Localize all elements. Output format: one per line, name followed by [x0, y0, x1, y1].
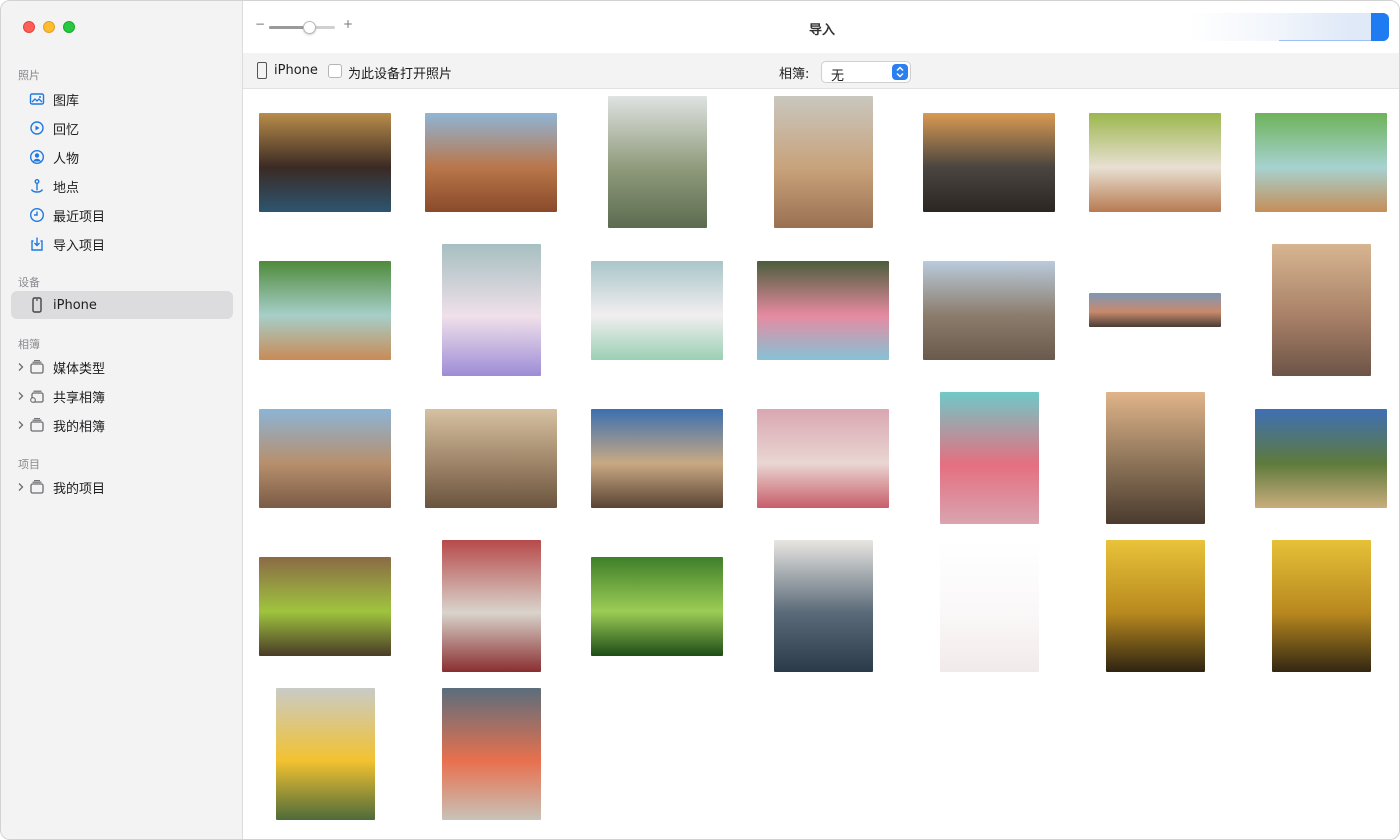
photo-thumbnail-green-leaf-closeup[interactable] — [591, 556, 723, 656]
device-name: iPhone — [274, 63, 318, 78]
shared-folder-icon — [29, 388, 45, 404]
photo-thumbnail-green-plant-stems[interactable] — [259, 556, 391, 656]
photo-thumbnail-concha-and-pastry-plate[interactable] — [259, 260, 391, 360]
photo-thumbnail-blank-white-photo[interactable] — [939, 540, 1039, 672]
photo-thumbnail-pink-cake-teal-wall[interactable] — [939, 392, 1039, 524]
folder-icon — [29, 479, 45, 495]
sidebar: 照片 图库 回忆 人物 地点 最近项目 导入项目 设备 iPhone 相簿 媒体… — [1, 1, 243, 839]
open-photos-checkbox[interactable] — [328, 64, 342, 78]
chevron-right-icon[interactable] — [17, 420, 25, 430]
open-photos-label: 为此设备打开照片 — [348, 67, 453, 82]
photo-thumbnail-yellow-flower-on-stem[interactable] — [275, 688, 375, 820]
import-button-cap — [1371, 13, 1389, 41]
sidebar-item-label: iPhone — [53, 297, 97, 313]
chevron-right-icon[interactable] — [17, 482, 25, 492]
sidebar-item-label: 图库 — [53, 93, 80, 109]
sidebar-item-my-projects[interactable]: 我的项目 — [11, 473, 233, 501]
sidebar-item-label: 回忆 — [53, 122, 80, 138]
photo-thumbnail-grass-seed-blue-sky[interactable] — [1255, 408, 1387, 508]
sidebar-item-label: 地点 — [53, 180, 80, 196]
photo-library-icon — [29, 91, 45, 107]
sidebar-item-label: 导入项目 — [53, 238, 106, 254]
photo-thumbnail-allium-flower-red[interactable] — [441, 540, 541, 672]
places-icon — [29, 178, 45, 194]
window-controls — [23, 21, 75, 33]
people-icon — [29, 149, 45, 165]
section-title-albums: 相簿 — [18, 338, 40, 351]
folder-icon — [29, 417, 45, 433]
photo-thumbnail-white-rock-formation[interactable] — [773, 96, 873, 228]
photo-thumbnail-yellow-gerbera-closeup-2[interactable] — [1271, 540, 1371, 672]
photo-thumbnail-boston-terrier-on-rug[interactable] — [259, 112, 391, 212]
sidebar-item-label: 我的项目 — [53, 481, 106, 497]
photo-thumbnail-conchas-on-blue-plate[interactable] — [1255, 112, 1387, 212]
sidebar-item-label: 最近项目 — [53, 209, 106, 225]
photo-thumbnail-peacock-feather[interactable] — [773, 540, 873, 672]
import-icon — [29, 236, 45, 252]
photo-thumbnail-rock-arch-blue-sky[interactable] — [591, 408, 723, 508]
sidebar-item-imports[interactable]: 导入项目 — [11, 230, 233, 258]
import-all-button[interactable] — [1189, 13, 1389, 41]
main-area: − + 导入 iPhone 为此设备打开照片 相簿: 无 — [243, 1, 1399, 839]
iphone-icon — [257, 62, 267, 79]
sidebar-item-shared-albums[interactable]: 共享相簿 — [11, 382, 233, 410]
folder-icon — [29, 359, 45, 375]
sidebar-item-label: 共享相簿 — [53, 390, 106, 406]
photo-thumbnail-sunset-over-ocean[interactable] — [923, 112, 1055, 212]
up-down-chevron-icon — [892, 64, 908, 80]
photo-thumbnail-panoramic-mountains[interactable] — [923, 260, 1055, 360]
photo-thumbnail-mountain-dusk[interactable] — [1089, 293, 1221, 327]
photo-thumbnail-dry-grass-sunset[interactable] — [1105, 392, 1205, 524]
import-button-underline — [1279, 40, 1371, 41]
photo-grid — [243, 90, 1399, 839]
sidebar-item-library[interactable]: 图库 — [11, 85, 233, 113]
zoom-window-button[interactable] — [63, 21, 75, 33]
photo-thumbnail-yellow-gerbera-closeup-1[interactable] — [1105, 540, 1205, 672]
toolbar: − + 导入 — [243, 1, 1399, 53]
chevron-right-icon[interactable] — [17, 391, 25, 401]
sidebar-item-memories[interactable]: 回忆 — [11, 114, 233, 142]
sidebar-item-label: 我的相簿 — [53, 419, 106, 435]
chevron-right-icon[interactable] — [17, 362, 25, 372]
close-window-button[interactable] — [23, 21, 35, 33]
photo-thumbnail-macarons-on-plate-top[interactable] — [441, 244, 541, 376]
section-title-projects: 项目 — [18, 458, 40, 471]
sidebar-item-label: 媒体类型 — [53, 361, 106, 377]
photo-thumbnail-macarons-on-white-plate[interactable] — [591, 260, 723, 360]
photo-thumbnail-eucalyptus-plant[interactable] — [607, 96, 707, 228]
sidebar-item-places[interactable]: 地点 — [11, 172, 233, 200]
section-title-devices: 设备 — [18, 276, 40, 289]
photos-import-window: 照片 图库 回忆 人物 地点 最近项目 导入项目 设备 iPhone 相簿 媒体… — [0, 0, 1400, 840]
sidebar-item-my-albums[interactable]: 我的相簿 — [11, 411, 233, 439]
album-select-value: 无 — [831, 69, 845, 84]
minimize-window-button[interactable] — [43, 21, 55, 33]
device-bar: iPhone 为此设备打开照片 相簿: 无 — [243, 53, 1399, 89]
section-title-photos: 照片 — [18, 69, 40, 82]
memories-icon — [29, 120, 45, 136]
sidebar-item-media-types[interactable]: 媒体类型 — [11, 353, 233, 381]
sidebar-item-iphone[interactable]: iPhone — [11, 291, 233, 319]
photo-thumbnail-rocky-desert-valley[interactable] — [259, 408, 391, 508]
photo-thumbnail-pastry-on-green-table[interactable] — [1089, 112, 1221, 212]
sidebar-item-recents[interactable]: 最近项目 — [11, 201, 233, 229]
sidebar-item-people[interactable]: 人物 — [11, 143, 233, 171]
clock-icon — [29, 207, 45, 223]
photo-thumbnail-macaron-tower[interactable] — [757, 260, 889, 360]
photo-thumbnail-grapefruit-slices[interactable] — [441, 688, 541, 820]
sidebar-item-label: 人物 — [53, 151, 80, 167]
photo-thumbnail-hazy-desert-mountains[interactable] — [425, 408, 557, 508]
album-select[interactable]: 无 — [821, 61, 911, 84]
iphone-icon — [29, 297, 45, 313]
album-label: 相簿: — [779, 67, 810, 82]
photo-thumbnail-boulders-at-sunset[interactable] — [1271, 244, 1371, 376]
photo-thumbnail-desert-road-canyon[interactable] — [425, 112, 557, 212]
photo-thumbnail-pink-cake-table-top[interactable] — [757, 408, 889, 508]
